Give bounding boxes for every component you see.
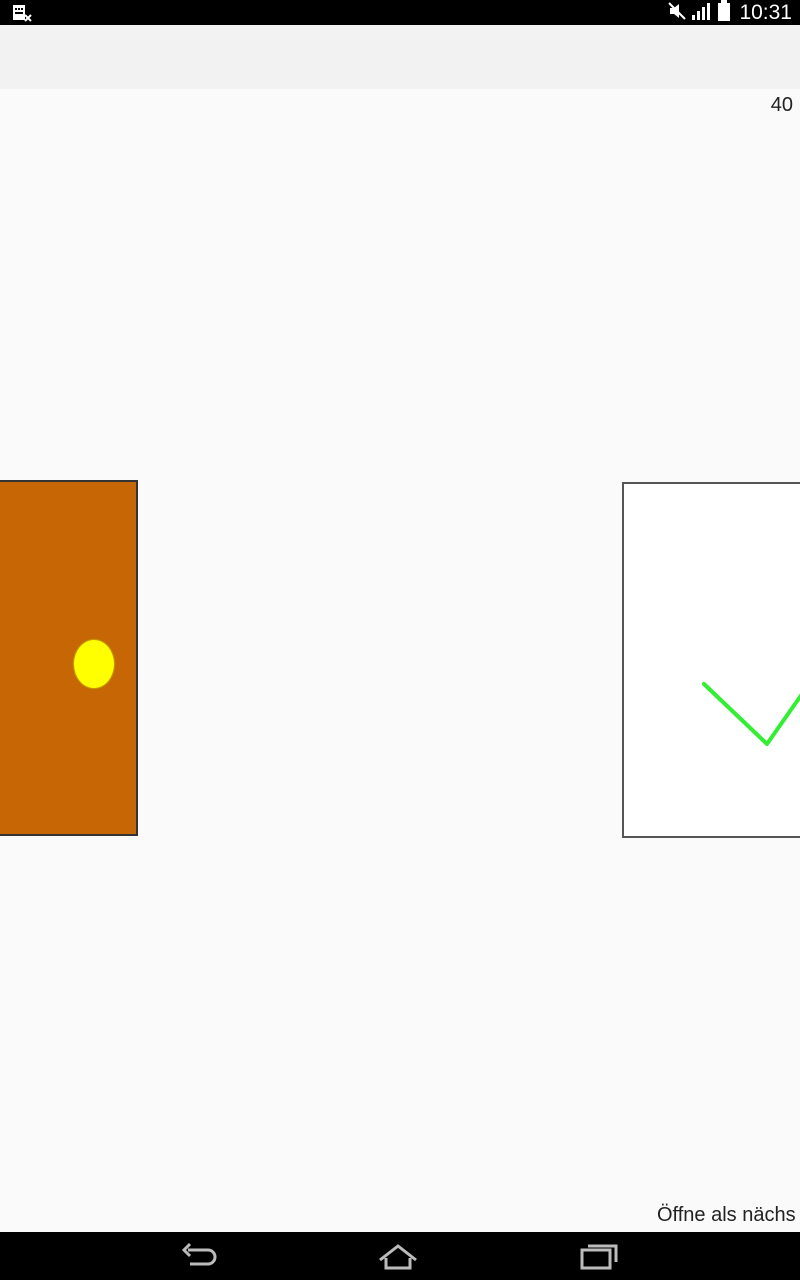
status-icons: 10:31: [667, 0, 792, 25]
check-card[interactable]: [622, 482, 800, 838]
battery-icon: [717, 0, 731, 26]
navigation-bar: [0, 1232, 800, 1280]
checkmark-icon: [702, 682, 800, 746]
door-knob: [74, 640, 114, 688]
sim-card-icon: [12, 3, 34, 23]
back-icon[interactable]: [178, 1240, 222, 1272]
instruction-text: Öffne als nächs: [657, 1204, 796, 1226]
signal-icon: [691, 1, 713, 25]
home-icon[interactable]: [376, 1240, 420, 1272]
counter: 40: [770, 94, 793, 116]
app-bar: [0, 25, 800, 89]
mute-icon: [667, 1, 687, 25]
status-bar: 10:31: [0, 0, 800, 25]
door[interactable]: [0, 480, 138, 836]
clock: 10:31: [739, 1, 792, 24]
game-area[interactable]: 40 Öffne als nächs: [0, 89, 800, 1232]
recent-apps-icon[interactable]: [576, 1240, 620, 1272]
